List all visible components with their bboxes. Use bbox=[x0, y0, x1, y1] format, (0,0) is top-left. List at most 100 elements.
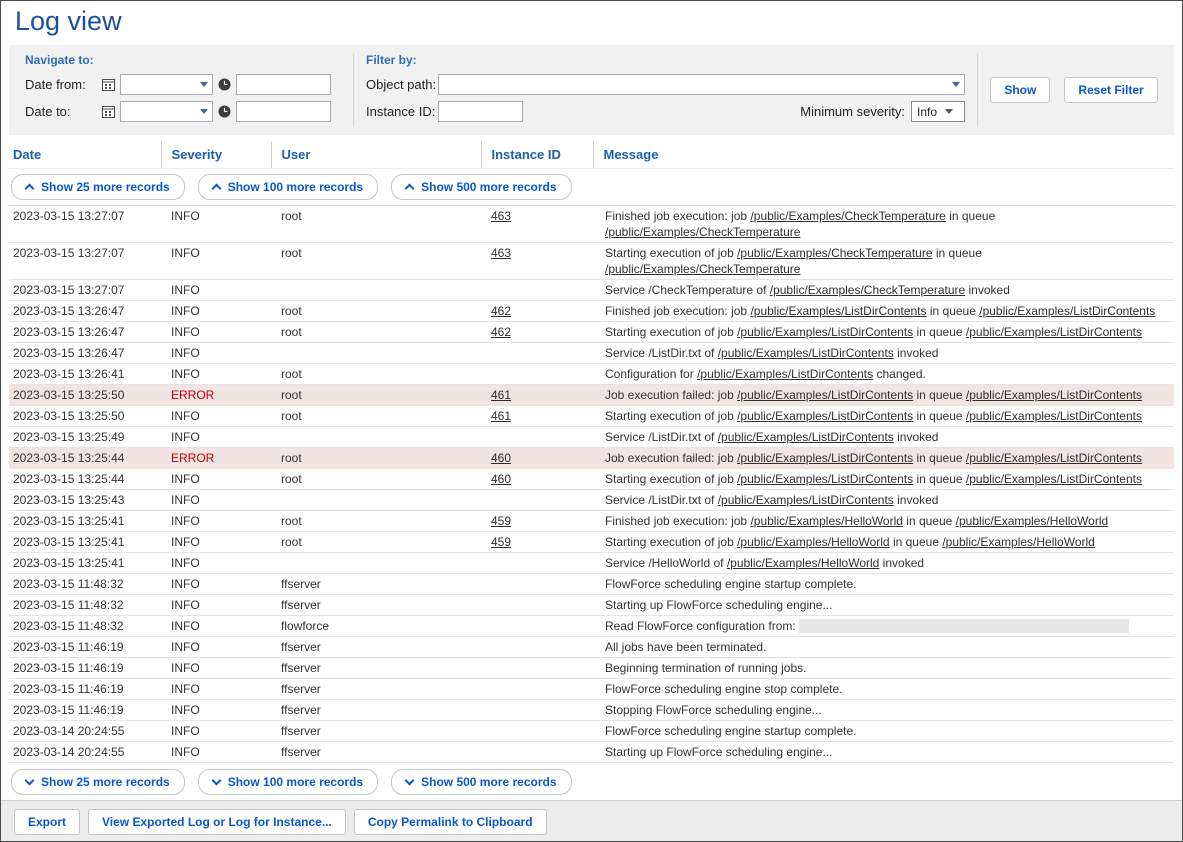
instance-id-link[interactable]: 463 bbox=[491, 209, 511, 223]
job-path-link[interactable]: /public/Examples/ListDirContents bbox=[966, 409, 1142, 423]
cell-instance-id bbox=[481, 616, 593, 637]
date-to-select[interactable] bbox=[120, 101, 213, 122]
job-path-link[interactable]: /public/Examples/ListDirContents bbox=[718, 493, 894, 507]
date-to-calendar-icon[interactable] bbox=[102, 105, 115, 118]
cell-user: root bbox=[271, 511, 481, 532]
instance-id-link[interactable]: 462 bbox=[491, 304, 511, 318]
cell-instance-id bbox=[481, 427, 593, 448]
job-path-link[interactable]: /public/Examples/ListDirContents bbox=[737, 388, 913, 402]
cell-date: 2023-03-15 13:25:41 bbox=[9, 532, 161, 553]
cell-severity: INFO bbox=[161, 532, 271, 553]
cell-severity: INFO bbox=[161, 206, 271, 243]
view-exported-log-button[interactable]: View Exported Log or Log for Instance... bbox=[88, 809, 346, 835]
job-path-link[interactable]: /public/Examples/ListDirContents bbox=[737, 325, 913, 339]
job-path-link[interactable]: /public/Examples/ListDirContents bbox=[966, 472, 1142, 486]
date-from-time-input[interactable] bbox=[236, 74, 331, 95]
cell-message: Service /ListDir.txt of /public/Examples… bbox=[593, 343, 1174, 364]
cell-user: root bbox=[271, 532, 481, 553]
show-more-bottom-row: Show 25 more records Show 100 more record… bbox=[9, 763, 1174, 801]
instance-id-link[interactable]: 462 bbox=[491, 325, 511, 339]
table-row: 2023-03-15 13:25:43INFOService /ListDir.… bbox=[9, 490, 1174, 511]
cell-date: 2023-03-15 13:25:41 bbox=[9, 553, 161, 574]
minimum-severity-select[interactable]: Info bbox=[911, 101, 965, 122]
table-header-row: Date Severity User Instance ID Message bbox=[9, 141, 1174, 169]
job-path-link[interactable]: /public/Examples/CheckTemperature bbox=[750, 209, 945, 223]
job-path-link[interactable]: /public/Examples/ListDirContents bbox=[750, 304, 926, 318]
show-button[interactable]: Show bbox=[990, 77, 1050, 103]
show-more-bottom: Show 25 more records Show 100 more record… bbox=[11, 769, 1172, 795]
cell-instance-id bbox=[481, 721, 593, 742]
show-25-more-button[interactable]: Show 25 more records bbox=[11, 174, 185, 200]
redacted-text bbox=[799, 619, 1129, 633]
job-path-link[interactable]: /public/Examples/CheckTemperature bbox=[770, 283, 965, 297]
job-path-link[interactable]: /public/Examples/HelloWorld bbox=[942, 535, 1095, 549]
instance-id-input[interactable] bbox=[438, 101, 523, 122]
job-path-link[interactable]: /public/Examples/ListDirContents bbox=[718, 430, 894, 444]
chevron-down-icon bbox=[211, 776, 221, 786]
cell-instance-id bbox=[481, 343, 593, 364]
cell-date: 2023-03-15 11:46:19 bbox=[9, 637, 161, 658]
show-25-more-button[interactable]: Show 25 more records bbox=[11, 769, 185, 795]
cell-user bbox=[271, 490, 481, 511]
job-path-link[interactable]: /public/Examples/ListDirContents bbox=[737, 451, 913, 465]
instance-id-link[interactable]: 460 bbox=[491, 451, 511, 465]
instance-id-link[interactable]: 461 bbox=[491, 388, 511, 402]
date-to-time-input[interactable] bbox=[236, 101, 331, 122]
cell-message: Starting up FlowForce scheduling engine.… bbox=[593, 742, 1174, 763]
date-from-clock-icon[interactable] bbox=[218, 78, 231, 91]
cell-date: 2023-03-15 13:25:44 bbox=[9, 448, 161, 469]
minimum-severity-value: Info bbox=[917, 105, 937, 119]
job-path-link[interactable]: /public/Examples/ListDirContents bbox=[966, 388, 1142, 402]
cell-severity: INFO bbox=[161, 637, 271, 658]
job-path-link[interactable]: /public/Examples/HelloWorld bbox=[750, 514, 903, 528]
show-more-label: Show 100 more records bbox=[228, 180, 363, 194]
cell-instance-id: 462 bbox=[481, 322, 593, 343]
instance-id-row: Instance ID: Minimum severity: Info bbox=[366, 101, 965, 122]
job-path-link[interactable]: /public/Examples/ListDirContents bbox=[718, 346, 894, 360]
date-to-clock-icon[interactable] bbox=[218, 105, 231, 118]
cell-instance-id bbox=[481, 658, 593, 679]
minimum-severity-label: Minimum severity: bbox=[800, 104, 905, 119]
job-path-link[interactable]: /public/Examples/ListDirContents bbox=[737, 409, 913, 423]
copy-permalink-button[interactable]: Copy Permalink to Clipboard bbox=[354, 809, 547, 835]
instance-id-link[interactable]: 459 bbox=[491, 514, 511, 528]
cell-date: 2023-03-15 13:26:47 bbox=[9, 343, 161, 364]
job-path-link[interactable]: /public/Examples/ListDirContents bbox=[737, 472, 913, 486]
job-path-link[interactable]: /public/Examples/HelloWorld bbox=[727, 556, 880, 570]
job-path-link[interactable]: /public/Examples/CheckTemperature bbox=[737, 246, 932, 260]
job-path-link[interactable]: /public/Examples/ListDirContents bbox=[966, 325, 1142, 339]
date-from-calendar-icon[interactable] bbox=[102, 78, 115, 91]
job-path-link[interactable]: /public/Examples/HelloWorld bbox=[956, 514, 1109, 528]
show-100-more-button[interactable]: Show 100 more records bbox=[198, 769, 378, 795]
cell-message: Stopping FlowForce scheduling engine... bbox=[593, 700, 1174, 721]
show-500-more-button[interactable]: Show 500 more records bbox=[391, 174, 571, 200]
table-row: 2023-03-15 11:46:19INFOffserverBeginning… bbox=[9, 658, 1174, 679]
object-path-combobox[interactable] bbox=[438, 74, 965, 95]
job-path-link[interactable]: /public/Examples/HelloWorld bbox=[737, 535, 890, 549]
cell-message: Finished job execution: job /public/Exam… bbox=[593, 206, 1174, 243]
date-from-select[interactable] bbox=[120, 74, 213, 95]
job-path-link[interactable]: /public/Examples/ListDirContents bbox=[966, 451, 1142, 465]
cell-date: 2023-03-15 11:48:32 bbox=[9, 595, 161, 616]
cell-message: Job execution failed: job /public/Exampl… bbox=[593, 448, 1174, 469]
table-row: 2023-03-15 13:27:07INFOroot463Finished j… bbox=[9, 206, 1174, 243]
show-more-label: Show 500 more records bbox=[421, 180, 556, 194]
show-500-more-button[interactable]: Show 500 more records bbox=[391, 769, 571, 795]
instance-id-link[interactable]: 461 bbox=[491, 409, 511, 423]
instance-id-link[interactable]: 460 bbox=[491, 472, 511, 486]
cell-user: ffserver bbox=[271, 721, 481, 742]
cell-user: root bbox=[271, 364, 481, 385]
show-100-more-button[interactable]: Show 100 more records bbox=[198, 174, 378, 200]
reset-filter-button[interactable]: Reset Filter bbox=[1064, 77, 1157, 103]
cell-date: 2023-03-15 13:25:49 bbox=[9, 427, 161, 448]
export-button[interactable]: Export bbox=[14, 809, 80, 835]
job-path-link[interactable]: /public/Examples/CheckTemperature bbox=[605, 225, 800, 239]
instance-id-link[interactable]: 459 bbox=[491, 535, 511, 549]
job-path-link[interactable]: /public/Examples/ListDirContents bbox=[697, 367, 873, 381]
job-path-link[interactable]: /public/Examples/CheckTemperature bbox=[605, 262, 800, 276]
job-path-link[interactable]: /public/Examples/ListDirContents bbox=[979, 304, 1155, 318]
column-header-severity: Severity bbox=[161, 141, 271, 169]
cell-date: 2023-03-15 11:46:19 bbox=[9, 679, 161, 700]
instance-id-link[interactable]: 463 bbox=[491, 246, 511, 260]
cell-date: 2023-03-15 13:25:44 bbox=[9, 469, 161, 490]
